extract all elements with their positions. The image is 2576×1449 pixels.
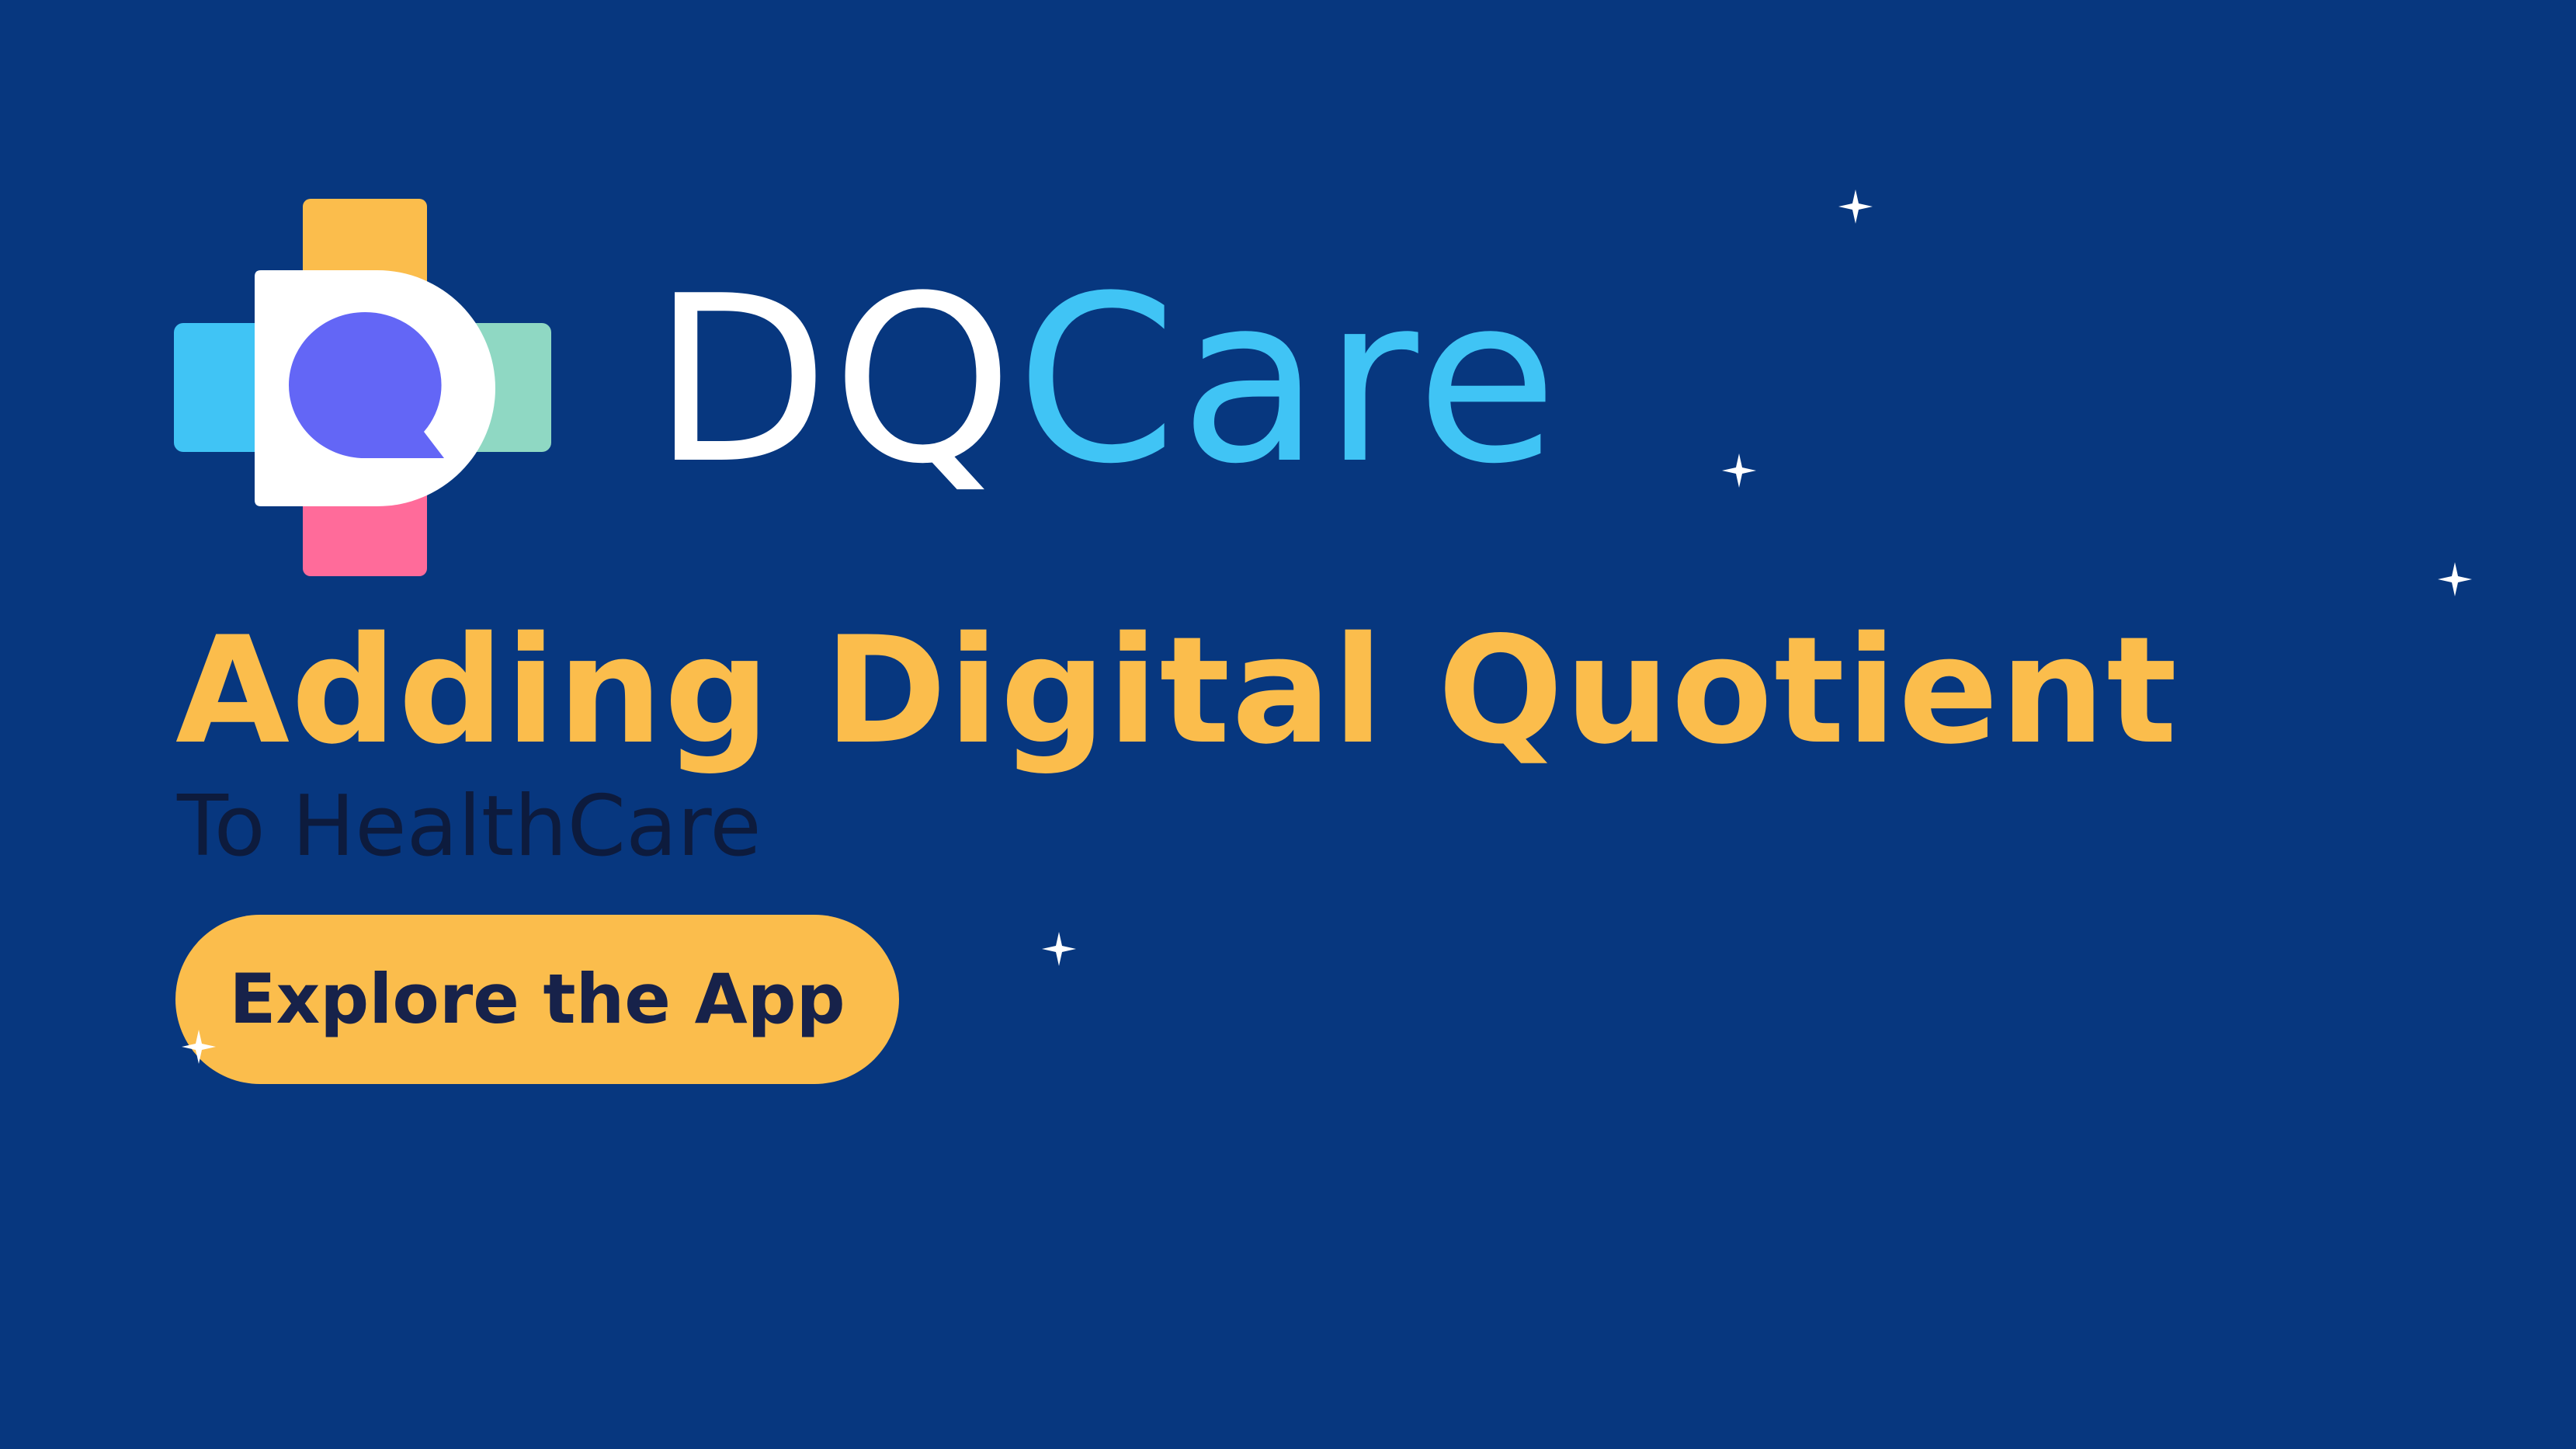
brand-name-care: Care xyxy=(1015,246,1561,514)
hero-banner: DQCare Adding Digital Quotient To Health… xyxy=(0,0,2576,1449)
sparkle-icon xyxy=(1838,189,1873,224)
explore-app-button-label: Explore the App xyxy=(229,959,845,1039)
sparkle-icon xyxy=(1042,932,1076,966)
hero-subheadline: To HealthCare xyxy=(177,778,762,875)
hero-headline: Adding Digital Quotient xyxy=(175,605,2179,777)
brand-wordmark: DQCare xyxy=(652,256,1561,505)
sparkle-icon xyxy=(2438,562,2472,596)
medical-cross-chat-icon xyxy=(174,199,551,576)
brand-name-dq: DQ xyxy=(652,246,1016,514)
sparkle-icon xyxy=(182,1030,216,1064)
sparkle-icon xyxy=(1722,453,1756,488)
explore-app-button[interactable]: Explore the App xyxy=(175,915,899,1084)
